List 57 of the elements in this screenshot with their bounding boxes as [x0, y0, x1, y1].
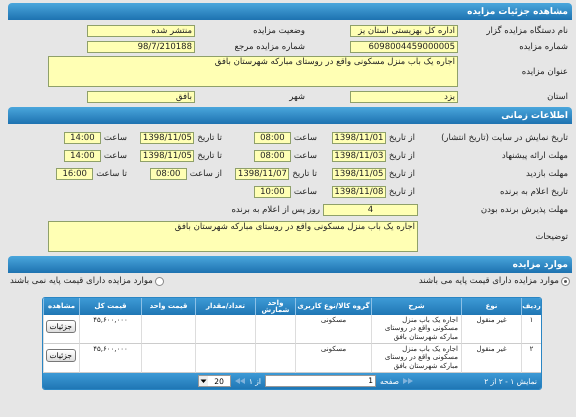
- text-area: اجاره یک باب منزل مسکونی واقع در روستای مبارکه شهرستان بافق: [48, 56, 458, 87]
- field-label: مهلت پذیرش برنده بودن: [480, 204, 568, 214]
- time-field: 14:00: [64, 132, 101, 144]
- field-label: ساعت: [102, 132, 128, 142]
- time-field: 08:00: [254, 132, 291, 144]
- field-label: توضیحات: [534, 232, 568, 242]
- field-label: شماره مزایده مرجع: [234, 42, 305, 52]
- radio-option[interactable]: موارد مزایده دارای قیمت پایه نمی باشند: [10, 276, 164, 286]
- field-label: ساعت: [102, 150, 128, 160]
- field-label: تا تاریخ: [196, 132, 223, 142]
- time-field: 16:00: [56, 168, 94, 180]
- section-header: موارد مزایده: [8, 256, 572, 273]
- field-label: شهر: [288, 92, 305, 102]
- caret-icon: [199, 376, 208, 386]
- field-label: از تاریخ: [388, 186, 416, 196]
- date-field: 1398/11/08: [332, 186, 386, 198]
- field-label: روز پس از اعلام به برنده: [230, 204, 321, 214]
- field-label: وضعیت مزایده: [252, 26, 305, 36]
- field-label: از ساعت: [188, 168, 223, 178]
- field-label: نام دستگاه مزایده گزار: [485, 26, 568, 36]
- field-label: از تاریخ: [388, 132, 416, 142]
- field-label: ساعت: [292, 150, 318, 160]
- date-field: 1398/11/01: [332, 132, 386, 144]
- field-label: مهلت بازدید: [524, 168, 568, 178]
- date-field: 1398/11/05: [140, 150, 194, 162]
- first-page-icon: [234, 378, 245, 384]
- field-label: استان: [546, 92, 568, 102]
- time-field: 14:00: [64, 150, 101, 162]
- date-field: 1398/11/03: [332, 150, 386, 162]
- section-header: مشاهده جزئیات مزایده: [8, 3, 572, 20]
- time-field: 08:00: [254, 150, 291, 162]
- field-label: از تاریخ: [388, 150, 416, 160]
- field-label: ساعت: [292, 132, 318, 142]
- field-label: تا ساعت: [95, 168, 128, 178]
- field-label: ساعت: [292, 186, 318, 196]
- field-label: تاریخ اعلام به برنده: [498, 186, 568, 196]
- radio-option[interactable]: موارد مزایده دارای قیمت پایه می باشند: [418, 276, 570, 286]
- date-field: 1398/11/05: [332, 168, 386, 180]
- radio-button[interactable]: [561, 276, 570, 286]
- date-field: 1398/11/05: [140, 132, 194, 144]
- field-label: تا تاریخ: [196, 150, 223, 160]
- field-label: تا تاریخ: [291, 168, 318, 178]
- section-header: اطلاعات زمانی: [8, 107, 572, 124]
- table-cell: [255, 315, 295, 344]
- radio-button[interactable]: [154, 276, 164, 286]
- text-area: اجاره یک باب منزل مسکونی واقع در روستای مبارکه شهرستان بافق: [48, 221, 418, 252]
- last-page-icon: [403, 378, 413, 384]
- field-label: شماره مزایده: [518, 42, 568, 52]
- field-label: از تاریخ: [388, 168, 416, 178]
- field-label: عنوان مزایده: [520, 66, 568, 76]
- field-label: مهلت ارائه پیشنهاد: [500, 150, 568, 160]
- time-field: 10:00: [254, 186, 291, 198]
- table-cell: [141, 315, 195, 344]
- time-field: 08:00: [150, 168, 187, 180]
- date-field: 1398/11/07: [235, 168, 290, 180]
- field-label: تاریخ نمایش در سایت (تاریخ انتشار): [440, 132, 568, 142]
- table-cell: [195, 315, 255, 344]
